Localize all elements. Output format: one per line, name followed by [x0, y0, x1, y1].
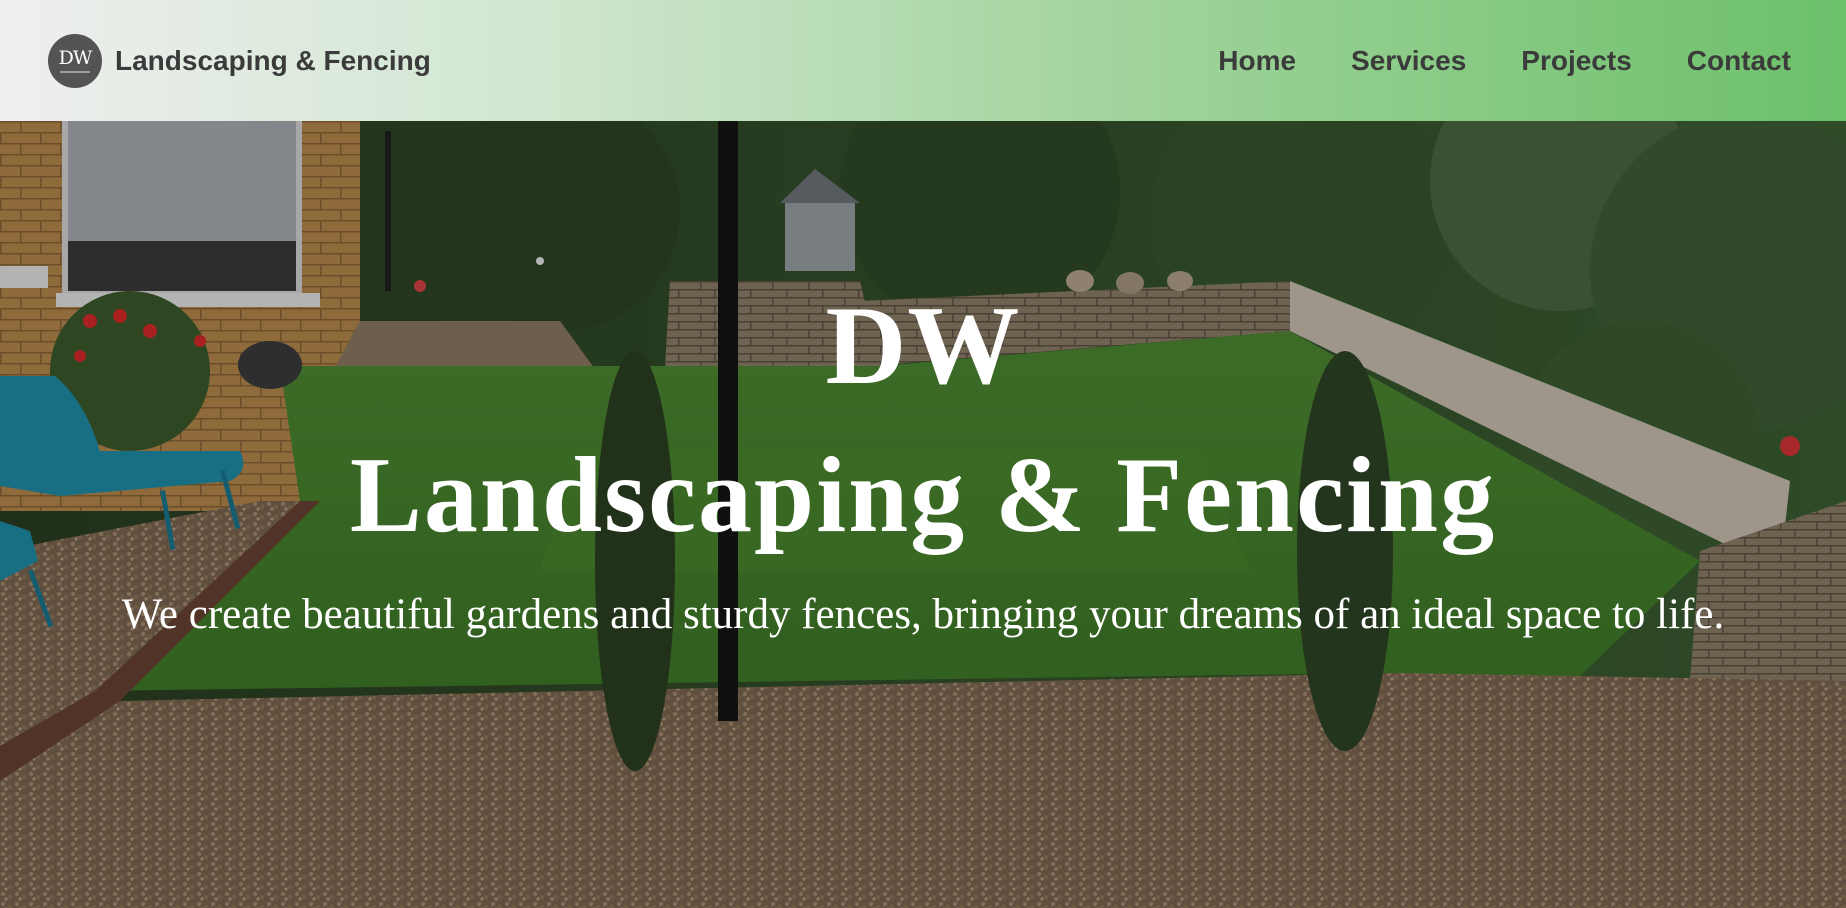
- logo-mark: DW: [58, 46, 93, 69]
- nav-contact[interactable]: Contact: [1687, 45, 1791, 77]
- site-header: DW Landscaping & Fencing Home Services P…: [0, 0, 1846, 121]
- brand-link[interactable]: DW Landscaping & Fencing: [48, 33, 431, 88]
- hero-section: DW Landscaping & Fencing We create beaut…: [0, 121, 1846, 908]
- nav-home[interactable]: Home: [1218, 45, 1296, 77]
- hero-tagline: We create beautiful gardens and sturdy f…: [121, 591, 1725, 638]
- logo: DW: [48, 33, 102, 88]
- nav-services[interactable]: Services: [1351, 45, 1466, 77]
- hero-title: Landscaping & Fencing: [349, 436, 1497, 555]
- main-nav: Home Services Projects Contact: [1163, 45, 1791, 77]
- nav-projects[interactable]: Projects: [1521, 45, 1632, 77]
- brand-name: Landscaping & Fencing: [115, 44, 431, 76]
- hero-title-initials: DW: [825, 284, 1021, 408]
- logo-underline: [60, 70, 90, 73]
